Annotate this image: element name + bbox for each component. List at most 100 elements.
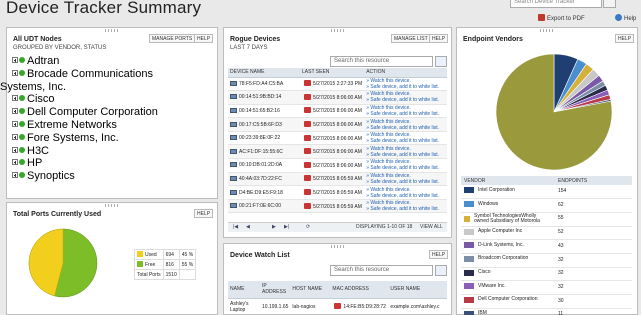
search-button[interactable]	[603, 0, 616, 8]
rogue-row[interactable]: 00:17:C5:5B:6F:D3 5/27/2015 8:06:00 AM» W…	[228, 117, 447, 132]
udt-node-synoptics[interactable]: Synoptics	[12, 170, 222, 183]
action-cell: » Watch this device.» Safe device, add i…	[364, 172, 447, 187]
whitelist-link[interactable]: » Safe device, add it to white list.	[366, 97, 445, 103]
first-page-icon[interactable]: |◀	[233, 223, 238, 232]
vendor-row[interactable]: IBM 11	[461, 308, 632, 315]
help-link[interactable]: Help	[615, 14, 636, 22]
whitelist-link[interactable]: » Safe device, add it to white list.	[366, 84, 445, 90]
next-page-icon[interactable]: ▶	[272, 223, 276, 232]
vendor-row[interactable]: Apple Computer Inc 52	[461, 226, 632, 241]
rogue-row[interactable]: D4:BE:D9:E5:F9:18 5/27/2015 8:05:59 AM» W…	[228, 185, 447, 200]
vendor-logo-icon	[304, 134, 311, 141]
expand-icon[interactable]	[12, 159, 18, 166]
manage-list-button[interactable]: MANAGE LIST	[391, 34, 431, 43]
rogue-panel-subtitle: LAST 7 DAYS	[230, 45, 268, 51]
expand-icon[interactable]	[12, 120, 18, 127]
rogue-search-button[interactable]	[435, 56, 447, 67]
col-user-name[interactable]: USER NAME	[388, 281, 447, 299]
watch-panel-title: Device Watch List	[230, 252, 290, 259]
vendor-swatch-icon	[464, 269, 474, 276]
vendor-logo-icon	[304, 121, 311, 128]
col-vendor[interactable]: VENDOR	[461, 176, 555, 185]
udt-node-fore[interactable]: Fore Systems, Inc.	[12, 132, 222, 145]
vendor-row[interactable]: Symbol TechnologiesWholly owned Subsidia…	[461, 212, 632, 227]
whitelist-link[interactable]: » Safe device, add it to white list.	[366, 138, 445, 144]
vendor-row[interactable]: Intel Corporation 154	[461, 185, 632, 200]
vendor-row[interactable]: Windows 62	[461, 198, 632, 213]
watch-help-button[interactable]: HELP	[429, 250, 449, 259]
expand-icon[interactable]	[12, 133, 18, 140]
udt-node-dell[interactable]: Dell Computer Corporation	[12, 106, 222, 119]
refresh-icon[interactable]: ⟳	[306, 223, 310, 232]
device-name-cell: 00:10:DB:01:2D:0A	[228, 158, 300, 173]
expand-icon[interactable]	[12, 57, 18, 63]
ports-help-button[interactable]: HELP	[194, 209, 214, 218]
rogue-row[interactable]: 00:10:DB:01:2D:0A 5/27/2015 8:06:00 AM» W…	[228, 158, 447, 173]
rogue-row[interactable]: 00:21:F7:0E:6C:00 5/27/2015 8:05:59 AM» W…	[228, 199, 447, 214]
drag-grip[interactable]	[105, 29, 119, 32]
whitelist-link[interactable]: » Safe device, add it to white list.	[366, 179, 445, 185]
vendor-row[interactable]: Dell Computer Corporation 30	[461, 294, 632, 309]
rogue-row[interactable]: 40:4A:03:7D:22:FC 5/27/2015 8:05:59 AM» W…	[228, 172, 447, 187]
search-input[interactable]: Search Device Tracker	[510, 0, 602, 8]
udt-node-cisco[interactable]: Cisco	[12, 93, 222, 106]
expand-icon[interactable]	[12, 95, 18, 102]
action-cell: » Watch this device.» Safe device, add i…	[364, 77, 447, 92]
udt-node-h3c[interactable]: H3C	[12, 145, 222, 158]
view-all-link[interactable]: VIEW ALL	[420, 223, 443, 232]
manage-ports-button[interactable]: MANAGE PORTS	[149, 34, 196, 43]
prev-page-icon[interactable]: ◀	[246, 223, 250, 232]
whitelist-link[interactable]: » Safe device, add it to white list.	[366, 125, 445, 131]
col-mac-address[interactable]: MAC ADDRESS	[330, 281, 389, 299]
whitelist-link[interactable]: » Safe device, add it to white list.	[366, 206, 445, 212]
drag-grip[interactable]	[330, 29, 345, 32]
rogue-row[interactable]: 00:23:39:8E:0F:22 5/27/2015 8:06:00 AM» W…	[228, 131, 447, 146]
whitelist-link[interactable]: » Safe device, add it to white list.	[366, 193, 445, 199]
watch-search-button[interactable]	[435, 265, 447, 276]
watch-row[interactable]: Ashley's Laptop 10.199.1.65 lab-nagios 1…	[228, 298, 447, 315]
vendor-logo-icon	[304, 93, 311, 100]
rogue-row[interactable]: 78:F5:FD:A4:C5:BA 5/27/2015 2:27:33 PM» W…	[228, 77, 447, 92]
watch-search-input[interactable]: Search this resource	[330, 265, 433, 276]
rogue-row[interactable]: 00:14:51:9B:BD:14 5/27/2015 8:06:00 AM» W…	[228, 90, 447, 105]
col-ip-address[interactable]: IP ADDRESS	[260, 281, 291, 299]
vendor-row[interactable]: Cisco 32	[461, 267, 632, 282]
udt-node-extreme[interactable]: Extreme Networks	[12, 119, 222, 132]
drag-grip[interactable]	[330, 245, 345, 248]
vendor-pie-chart	[495, 53, 613, 171]
vendors-help-button[interactable]: HELP	[615, 34, 635, 43]
udt-node-brocade[interactable]: Brocade Communications	[12, 68, 222, 81]
whitelist-link[interactable]: » Safe device, add it to white list.	[366, 165, 445, 171]
udt-node-adtran[interactable]: Adtran	[12, 55, 222, 68]
pdf-icon	[538, 14, 545, 21]
drag-grip[interactable]	[105, 204, 119, 207]
rogue-row[interactable]: 00:14:51:65:B2:16 5/27/2015 8:06:00 AM» W…	[228, 104, 447, 119]
udt-node-hp[interactable]: HP	[12, 157, 222, 170]
export-pdf-link[interactable]: Export to PDF	[538, 14, 585, 22]
last-page-icon[interactable]: ▶|	[284, 223, 289, 232]
col-last-seen[interactable]: LAST SEEN	[300, 68, 365, 78]
vendor-row[interactable]: VMware Inc. 32	[461, 280, 632, 295]
vendor-row[interactable]: Broadcom Corporation 32	[461, 253, 632, 268]
watch-host: lab-nagios	[292, 303, 316, 310]
col-name[interactable]: NAME	[228, 281, 260, 299]
rogue-help-button[interactable]: HELP	[429, 34, 449, 43]
col-device-name[interactable]: DEVICE NAME	[228, 68, 300, 78]
whitelist-link[interactable]: » Safe device, add it to white list.	[366, 152, 445, 158]
whitelist-link[interactable]: » Safe device, add it to white list.	[366, 111, 445, 117]
computer-icon	[230, 135, 237, 141]
rogue-search-input[interactable]: Search this resource	[330, 56, 433, 67]
expand-icon[interactable]	[12, 69, 18, 76]
col-endpoints[interactable]: ENDPOINTS	[555, 176, 632, 185]
drag-grip[interactable]	[540, 29, 554, 32]
expand-icon[interactable]	[12, 108, 18, 115]
udt-help-button[interactable]: HELP	[194, 34, 214, 43]
expand-icon[interactable]	[12, 146, 18, 153]
rogue-row[interactable]: AC:F1:DF:15:55:6C 5/27/2015 8:06:00 AM» W…	[228, 144, 447, 160]
vendor-logo-icon	[304, 107, 311, 114]
col-host-name[interactable]: HOST NAME	[290, 281, 331, 299]
vendor-logo-icon	[334, 303, 342, 310]
vendor-row[interactable]: D-Link Systems, Inc. 43	[461, 239, 632, 254]
expand-icon[interactable]	[12, 172, 18, 179]
last-seen-cell: 5/27/2015 8:06:00 AM	[300, 131, 365, 146]
